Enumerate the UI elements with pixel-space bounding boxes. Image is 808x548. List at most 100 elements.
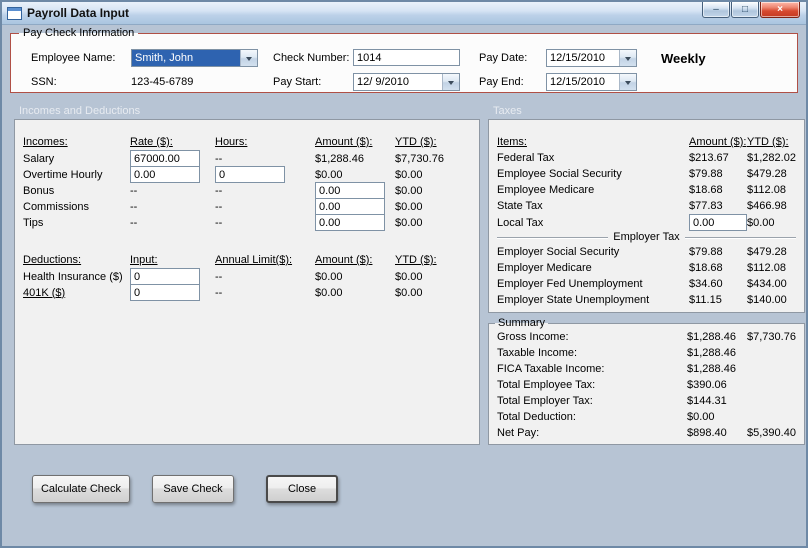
income-hours: -- xyxy=(215,184,223,197)
deductions-col-input: Input: xyxy=(130,254,158,266)
incomes-col-ytd: YTD ($): xyxy=(395,136,437,148)
chevron-down-icon[interactable] xyxy=(619,50,636,66)
summary-label: Total Employer Tax: xyxy=(497,395,593,407)
incomes-header-row: Incomes: Rate ($): Hours: Amount ($): YT… xyxy=(15,134,479,150)
tax-label: State Tax xyxy=(497,200,543,212)
employee-name-label: Employee Name: xyxy=(31,52,116,64)
tax-row-state: State Tax $77.83 $466.98 xyxy=(489,198,804,214)
summary-label: Gross Income: xyxy=(497,331,569,343)
paycheck-info-legend: Pay Check Information xyxy=(23,27,135,39)
summary-row-fica-taxable-income: FICA Taxable Income: $1,288.46 xyxy=(489,361,804,377)
summary-label: Net Pay: xyxy=(497,427,540,439)
pay-start-picker[interactable]: 12/ 9/2010 xyxy=(353,73,460,91)
chevron-down-icon[interactable] xyxy=(619,74,636,90)
income-label: Salary xyxy=(23,152,55,165)
income-hours: -- xyxy=(215,216,223,229)
deduction-401k-link[interactable]: 401K ($) xyxy=(23,287,130,299)
income-amount: $1,288.46 xyxy=(315,152,364,165)
deductions-header-row: Deductions: Input: Annual Limit($): Amou… xyxy=(15,252,479,268)
deductions-col-ytd: YTD ($): xyxy=(395,254,437,266)
income-row-commissions: Commissions -- -- $0.00 xyxy=(15,198,479,215)
income-rate: -- xyxy=(130,184,138,197)
ssn-label: SSN: xyxy=(31,76,57,88)
taxes-col-item: Items: xyxy=(497,136,527,148)
deduction-row-health-insurance: Health Insurance ($) -- $0.00 $0.00 xyxy=(15,268,479,285)
incomes-section-header: Incomes and Deductions xyxy=(19,105,141,117)
tax-ytd: $479.28 xyxy=(747,246,787,258)
summary-row-taxable-income: Taxable Income: $1,288.46 xyxy=(489,345,804,361)
tax-row-local: Local Tax $0.00 xyxy=(489,214,804,231)
summary-row-net-pay: Net Pay: $898.40 $5,390.40 xyxy=(489,425,804,441)
close-form-button[interactable]: Close xyxy=(266,475,338,503)
summary-row-total-deduction: Total Deduction: $0.00 xyxy=(489,409,804,425)
income-rate: -- xyxy=(130,200,138,213)
deduction-amount: $0.00 xyxy=(315,270,343,283)
tax-ytd: $1,282.02 xyxy=(747,152,796,164)
tax-ytd: $479.28 xyxy=(747,168,787,180)
tax-amount: $18.68 xyxy=(689,262,723,274)
incomes-col-hours: Hours: xyxy=(215,136,248,148)
tax-row-employee-medicare: Employee Medicare $18.68 $112.08 xyxy=(489,182,804,198)
overtime-hours-input[interactable] xyxy=(215,166,285,183)
salary-rate-input[interactable] xyxy=(130,150,200,167)
income-ytd: $0.00 xyxy=(395,184,423,197)
incomes-col-item: Incomes: xyxy=(23,136,68,148)
summary-label: Taxable Income: xyxy=(497,347,578,359)
income-ytd: $0.00 xyxy=(395,168,423,181)
income-ytd: $0.00 xyxy=(395,200,423,213)
bonus-amount-input[interactable] xyxy=(315,182,385,199)
incomes-panel: Incomes: Rate ($): Hours: Amount ($): YT… xyxy=(14,119,480,445)
pay-date-picker[interactable]: 12/15/2010 xyxy=(546,49,637,67)
summary-amount: $1,288.46 xyxy=(687,347,736,359)
income-row-bonus: Bonus -- -- $0.00 xyxy=(15,182,479,199)
tax-label: Employer Fed Unemployment xyxy=(497,278,643,290)
tax-amount: $11.15 xyxy=(689,294,722,306)
summary-amount: $1,288.46 xyxy=(687,331,736,343)
income-rate: -- xyxy=(130,216,138,229)
tax-ytd: $112.08 xyxy=(747,184,786,196)
deductions-col-amount: Amount ($): xyxy=(315,254,373,266)
deduction-401k-input[interactable] xyxy=(130,284,200,301)
income-label: Bonus xyxy=(23,184,55,197)
summary-row-total-employer-tax: Total Employer Tax: $144.31 xyxy=(489,393,804,409)
check-number-input[interactable] xyxy=(353,49,460,66)
commissions-amount-input[interactable] xyxy=(315,198,385,215)
minimize-button[interactable]: – xyxy=(702,2,730,18)
tax-row-employer-fed-unemployment: Employer Fed Unemployment $34.60 $434.00 xyxy=(489,276,804,292)
caption-buttons: – □ × xyxy=(702,2,800,18)
income-ytd: $7,730.76 xyxy=(395,152,444,165)
maximize-button[interactable]: □ xyxy=(731,2,759,18)
paycheck-info-group: Pay Check Information Employee Name: Smi… xyxy=(10,27,798,93)
pay-end-picker[interactable]: 12/15/2010 xyxy=(546,73,637,91)
income-row-overtime: Overtime Hourly $0.00 $0.00 xyxy=(15,166,479,183)
overtime-rate-input[interactable] xyxy=(130,166,200,183)
close-window-button[interactable]: × xyxy=(760,2,800,18)
bottom-button-row: Calculate Check Save Check Close xyxy=(32,475,806,503)
tax-label: Local Tax xyxy=(497,216,544,229)
health-insurance-input[interactable] xyxy=(130,268,200,285)
app-icon xyxy=(7,6,22,20)
tax-label: Employee Social Security xyxy=(497,168,622,180)
tax-ytd: $140.00 xyxy=(747,294,787,306)
window-title: Payroll Data Input xyxy=(27,6,130,20)
save-check-button[interactable]: Save Check xyxy=(152,475,234,503)
tips-amount-input[interactable] xyxy=(315,214,385,231)
local-tax-input[interactable] xyxy=(689,214,747,231)
titlebar[interactable]: Payroll Data Input – □ × xyxy=(2,2,806,25)
employee-name-combobox[interactable]: Smith, John xyxy=(131,49,258,67)
summary-amount: $1,288.46 xyxy=(687,363,736,375)
tax-amount: $79.88 xyxy=(689,168,723,180)
income-row-salary: Salary -- $1,288.46 $7,730.76 xyxy=(15,150,479,167)
chevron-down-icon[interactable] xyxy=(442,74,459,90)
incomes-col-rate: Rate ($): xyxy=(130,136,173,148)
deduction-ytd: $0.00 xyxy=(395,270,423,283)
tax-amount: $18.68 xyxy=(689,184,723,196)
calculate-check-button[interactable]: Calculate Check xyxy=(32,475,130,503)
main-area: Incomes and Deductions Incomes: Rate ($)… xyxy=(14,103,805,445)
payroll-window: Payroll Data Input – □ × Pay Check Infor… xyxy=(0,0,808,548)
tax-ytd: $112.08 xyxy=(747,262,786,274)
tax-label: Employee Medicare xyxy=(497,184,595,196)
summary-amount: $0.00 xyxy=(687,411,715,423)
chevron-down-icon[interactable] xyxy=(240,50,257,66)
taxes-header-row: Items: Amount ($): YTD ($): xyxy=(489,134,804,150)
